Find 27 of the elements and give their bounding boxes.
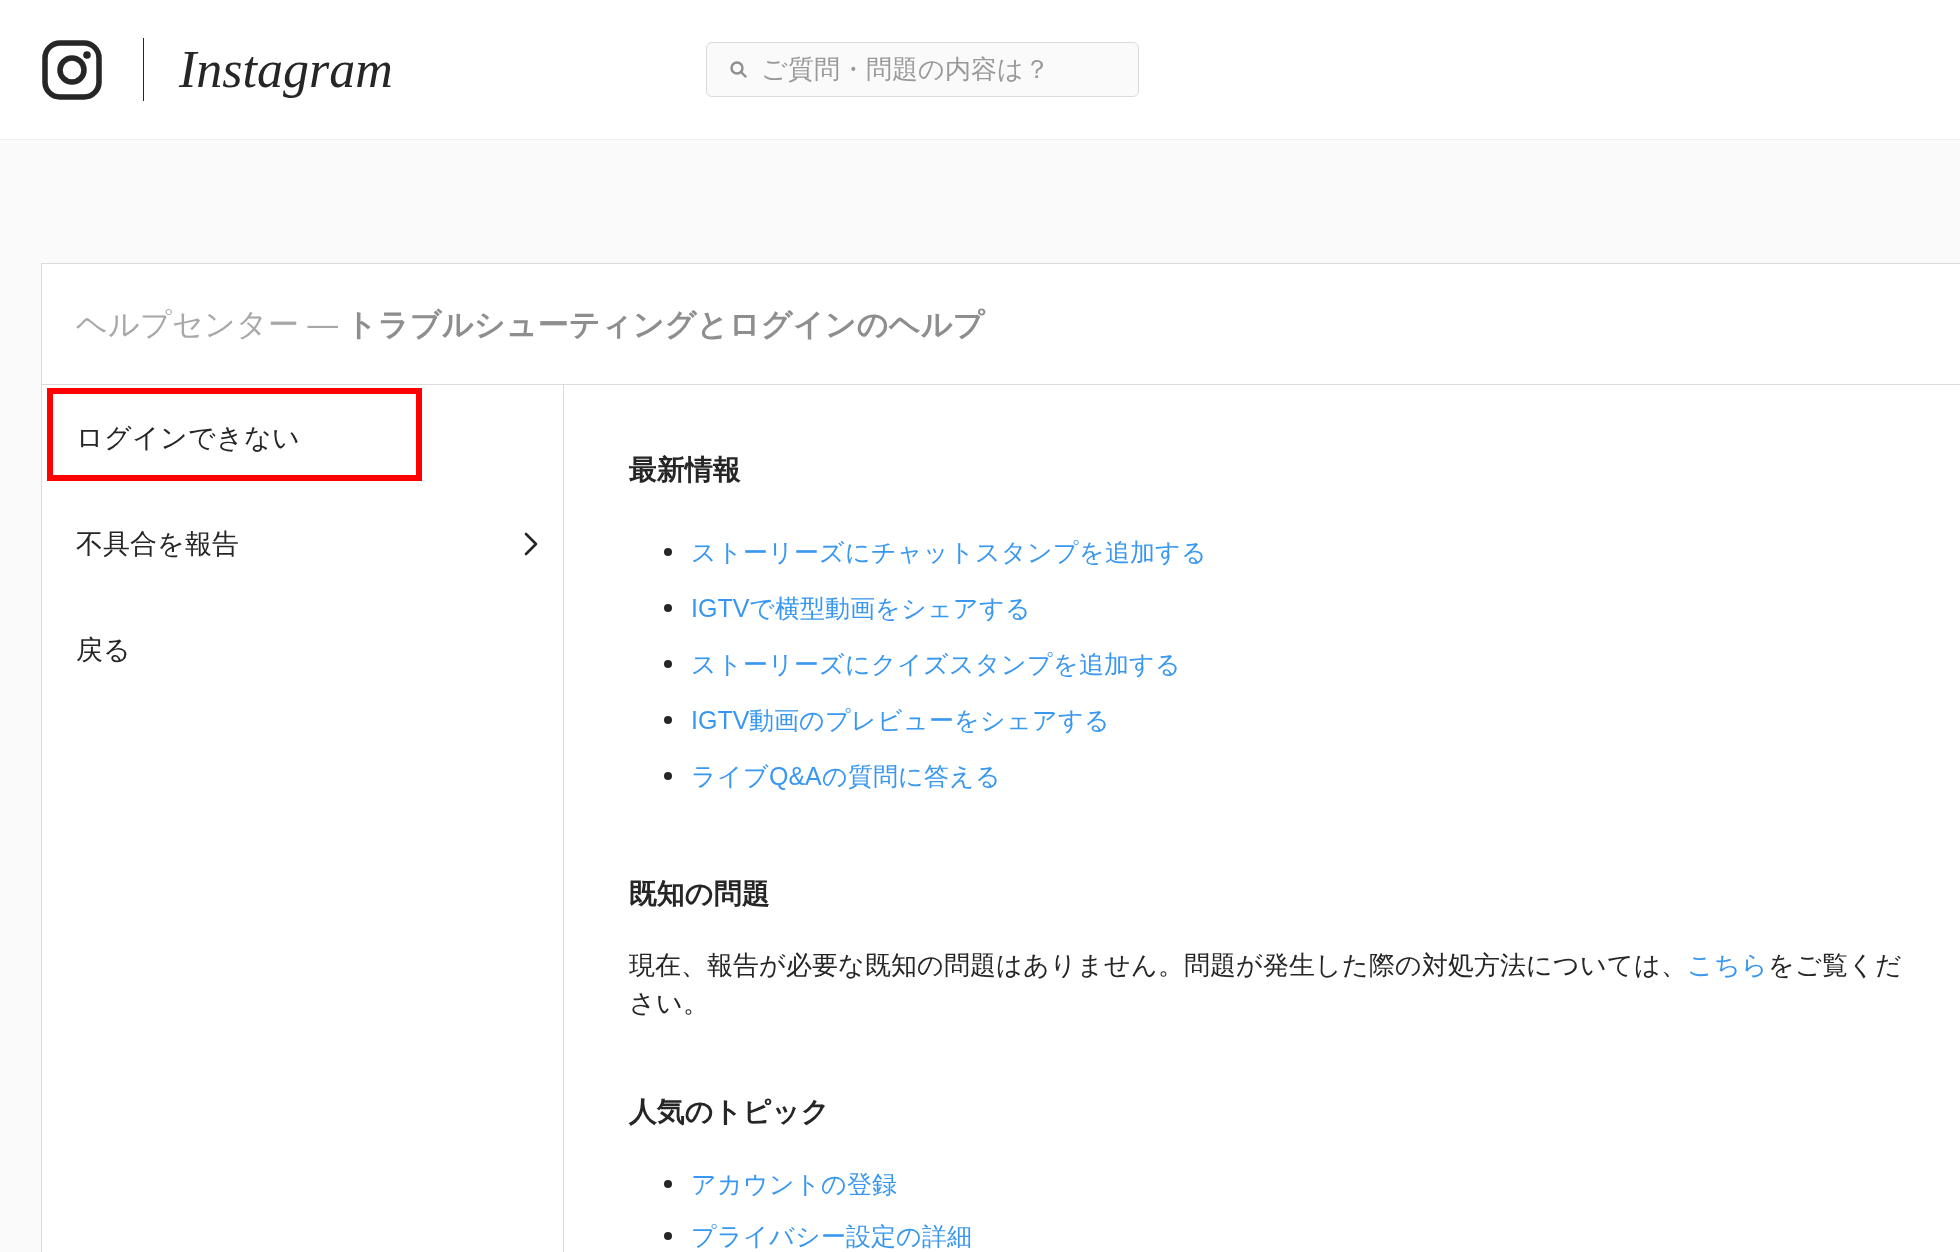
section-heading: 最新情報 [629,453,742,487]
article-link[interactable]: IGTVで横型動画をシェアする [691,591,1032,625]
section-heading: 人気のトピック [629,1095,831,1129]
logo-wordmark[interactable]: Instagram [179,38,393,101]
bullet-icon [664,772,672,780]
article-link[interactable]: ストーリーズにクイズスタンプを追加する [691,647,1181,681]
bullet-icon [664,1232,672,1240]
bullet-icon [664,548,672,556]
body-paragraph: 現在、報告が必要な既知の問題はありません。問題が発生した際の対処方法については、こちら をご覧ください。 [629,950,1903,1019]
sidebar-item[interactable]: ログインできない [42,385,563,491]
bullet-icon [664,1180,672,1188]
sidebar-item[interactable]: 戻る [42,597,563,703]
bullet-icon [664,660,672,668]
section-heading: 既知の問題 [629,877,771,911]
search-field[interactable]: ご質問・問題の内容は？ [706,42,1139,97]
article-link[interactable]: アカウントの登録 [691,1167,897,1201]
search-icon [730,61,747,78]
bullet-icon [664,604,672,612]
article-link[interactable]: IGTV動画のプレビューをシェアする [691,703,1111,737]
inline-link[interactable]: こちら [1687,951,1768,979]
sidebar-item[interactable]: 不具合を報告 [42,491,563,597]
breadcrumb-title: ヘルプセンター — トラブルシューティングとログインのヘルプ [76,306,986,343]
article-link[interactable]: ストーリーズにチャットスタンプを追加する [691,535,1207,569]
camera-icon[interactable] [42,39,102,100]
article-link[interactable]: プライバシー設定の詳細 [691,1219,972,1252]
article-link[interactable]: ライブQ&Aの質問に答える [691,759,1001,793]
bullet-icon [664,716,672,724]
